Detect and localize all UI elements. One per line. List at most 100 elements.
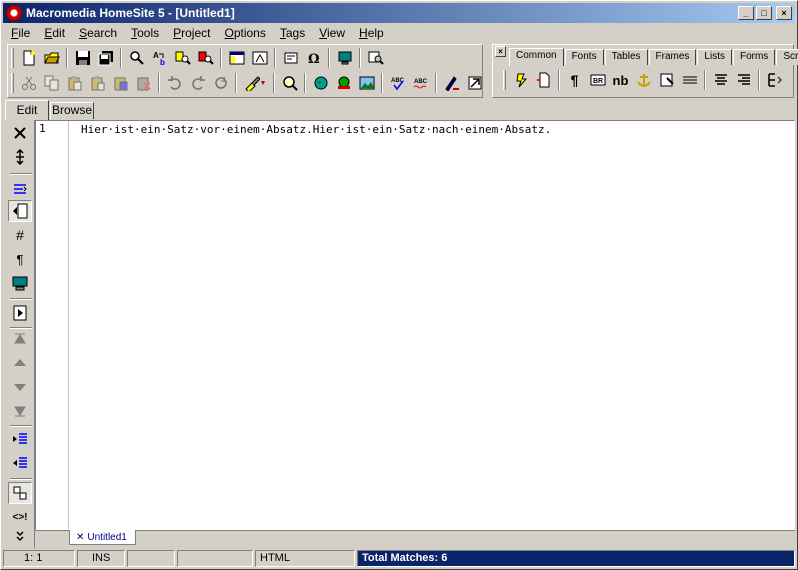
edit-toolbar: ▼ ABC ABC [9,71,486,95]
brush-dropdown-icon[interactable]: ▼ [240,72,270,94]
monitor-icon[interactable] [333,47,356,69]
code-line[interactable]: Hier·ist·ein·Satz·vor·einem·Absatz.Hier·… [81,123,551,136]
title-bar[interactable]: Macromedia HomeSite 5 - [Untitled1] _ □ … [3,3,795,23]
close-button[interactable]: × [776,6,792,20]
repeat-icon[interactable] [209,72,232,94]
new-document-icon[interactable] [17,47,40,69]
menu-options-label: ptions [233,26,266,40]
menu-view[interactable]: View [311,26,351,40]
go-first-icon[interactable] [8,328,32,350]
word-wrap-icon[interactable] [8,178,32,200]
indent-icon[interactable] [8,428,32,450]
document-tab-untitled1[interactable]: ✕ Untitled1 [69,530,136,545]
paste-icon[interactable] [63,72,86,94]
homesite-logo-icon[interactable] [6,5,22,21]
go-up-icon[interactable] [8,352,32,374]
menu-edit[interactable]: Edit [36,26,71,40]
status-cursor-position: 1: 1 [3,550,75,567]
line-numbers-icon[interactable]: # [8,224,32,246]
redo-icon[interactable] [186,72,209,94]
site-view-icon[interactable] [332,72,355,94]
align-right-icon[interactable] [732,69,755,91]
toolbar-grip[interactable] [11,73,14,93]
open-folder-icon[interactable] [40,47,63,69]
tab-browse[interactable]: Browse [50,102,94,119]
toolbar-grip[interactable] [11,48,14,68]
gutter-toggle-icon[interactable] [8,200,32,222]
tag-toolbar-close-button[interactable]: × [495,46,506,57]
go-last-icon[interactable] [8,400,32,422]
tab-lists[interactable]: Lists [697,49,732,65]
status-bar: 1: 1 INS HTML Total Matches: 6 [3,550,795,568]
toolbar-separator [359,48,361,68]
image-map-icon[interactable] [355,72,378,94]
undo-icon[interactable] [163,72,186,94]
comment-icon[interactable]: <>! [8,506,32,528]
zoom-icon[interactable] [278,72,301,94]
quick-start-icon[interactable] [509,69,532,91]
image-tag-icon[interactable] [655,69,678,91]
menu-tools[interactable]: Tools [123,26,165,40]
new-page-icon[interactable] [532,69,555,91]
window-title: Macromedia HomeSite 5 - [Untitled1] [26,6,235,20]
align-center-icon[interactable] [709,69,732,91]
move-icon[interactable] [8,146,32,168]
cut-icon[interactable] [17,72,40,94]
replace-in-files-icon[interactable] [194,47,217,69]
paste-html-icon[interactable] [109,72,132,94]
hidden-chars-icon[interactable]: ¶ [8,248,32,270]
save-icon[interactable] [71,47,94,69]
mark-spelling-icon[interactable]: ABC [409,72,432,94]
horizontal-rule-icon[interactable] [678,69,701,91]
more-options-icon[interactable] [8,528,32,546]
resource-window-icon[interactable] [225,47,248,69]
tab-frames[interactable]: Frames [648,49,697,65]
line-number: 1 [39,122,46,135]
anchor-icon[interactable] [632,69,655,91]
save-all-icon[interactable] [94,47,117,69]
close-document-icon[interactable] [8,122,32,144]
spell-check-icon[interactable]: ABC [386,72,409,94]
menu-tags[interactable]: Tags [272,26,311,40]
find-icon[interactable] [125,47,148,69]
code-editor[interactable]: 1 Hier·ist·ein·Satz·vor·einem·Absatz.Hie… [35,120,795,530]
play-icon[interactable] [8,302,32,324]
nbsp-label: nb [612,72,629,88]
find-in-files-icon[interactable] [171,47,194,69]
paste-special-icon[interactable] [86,72,109,94]
validate-icon[interactable] [364,47,387,69]
paragraph-icon[interactable]: ¶ [563,69,586,91]
more-tags-icon[interactable] [763,69,786,91]
design-mode-icon[interactable] [440,72,463,94]
go-down-icon[interactable] [8,376,32,398]
tag-completion-icon[interactable] [8,482,32,504]
tab-tables[interactable]: Tables [604,49,648,65]
menu-search[interactable]: Search [71,26,123,40]
browse-window-icon[interactable] [248,47,271,69]
tab-common[interactable]: Common [509,48,564,66]
tab-fonts[interactable]: Fonts [564,49,604,65]
tools-config-icon[interactable] [463,72,486,94]
replace-icon[interactable]: Ab [148,47,171,69]
minimize-button[interactable]: _ [738,6,754,20]
preview-monitor-icon[interactable] [8,272,32,294]
menu-file-label: ile [18,26,31,40]
tab-forms[interactable]: Forms [732,49,776,65]
copy-icon[interactable] [40,72,63,94]
tab-script[interactable]: Script [776,49,798,65]
omega-icon[interactable]: Ω [302,47,325,69]
outdent-icon[interactable] [8,452,32,474]
toolbar-grip[interactable] [503,70,506,90]
document-close-icon[interactable]: ✕ [76,531,84,544]
nbsp-icon[interactable]: nb [609,69,632,91]
line-break-icon[interactable]: BR [586,69,609,91]
menu-help[interactable]: Help [351,26,390,40]
tab-edit[interactable]: Edit [5,100,49,120]
special-chars-icon[interactable] [279,47,302,69]
globe-icon[interactable] [309,72,332,94]
clear-icon[interactable] [132,72,155,94]
maximize-button[interactable]: □ [756,6,772,20]
menu-project[interactable]: Project [165,26,216,40]
menu-options[interactable]: Options [216,26,271,40]
menu-file[interactable]: File [3,26,36,40]
